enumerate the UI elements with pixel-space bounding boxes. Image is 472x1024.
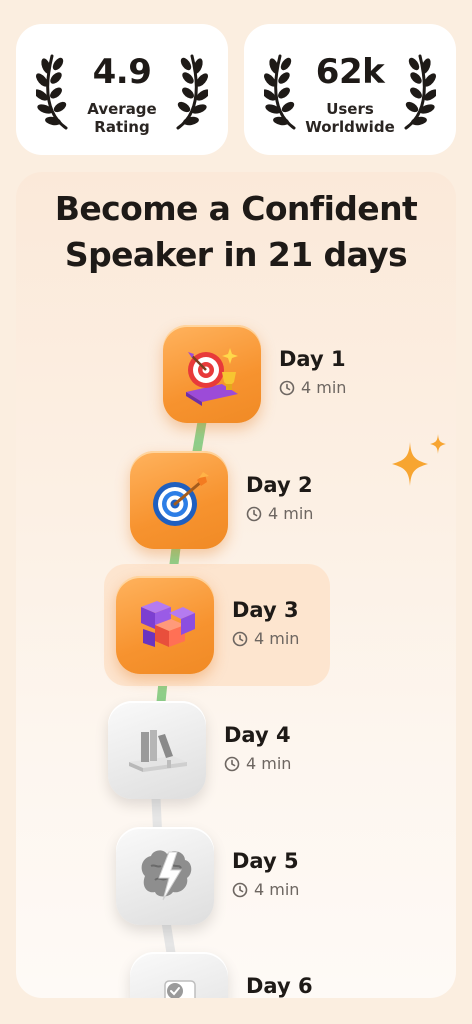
course-plan-card: Become a Confident Speaker in 21 days Da… [16,172,456,998]
rating-card: 4.9 Average Rating [16,24,228,155]
day-4-duration-text: 4 min [246,754,292,773]
laurel-right-icon [404,54,436,130]
brain-lightning-icon [141,850,192,901]
day-5-duration: 4 min [232,880,299,899]
rating-label-line1: Average [87,100,157,118]
clock-icon [246,506,262,521]
day-2-duration: 4 min [246,504,313,523]
day-1-title: Day 1 [279,347,346,371]
day-4-tile[interactable] [108,701,206,799]
laurel-right-icon [176,54,208,130]
users-label-line1: Users [326,100,374,118]
day-3-duration: 4 min [232,629,299,648]
clock-icon [224,756,240,771]
day-6-title: Day 6 [246,974,313,998]
day-5-tile[interactable] [116,827,214,925]
day-2-tile[interactable] [130,451,228,549]
sparkle-icon [392,434,446,486]
clock-icon [232,631,248,646]
day-2-duration-text: 4 min [268,504,314,523]
users-label: Users Worldwide [300,100,400,136]
users-label-line2: Worldwide [305,118,395,136]
day-6-tile[interactable] [130,952,228,998]
day-4-duration: 4 min [224,754,291,773]
day-5-duration-text: 4 min [254,880,300,899]
rating-label: Average Rating [72,100,172,136]
day-3-title: Day 3 [232,598,299,622]
checkbox-icon [164,980,196,998]
cubes-icon [141,601,195,647]
day-1-tile[interactable] [163,325,261,423]
clock-icon [232,882,248,897]
day-3-tile[interactable] [116,576,214,674]
rating-label-line2: Rating [94,118,150,136]
day-2-title: Day 2 [246,473,313,497]
day-5-title: Day 5 [232,849,299,873]
users-card: 62k Users Worldwide [244,24,456,155]
day-3-duration-text: 4 min [254,629,300,648]
day-4-title: Day 4 [224,723,291,747]
books-shelf-icon [129,730,187,772]
day-1-duration-text: 4 min [301,378,347,397]
clock-icon [279,380,295,395]
target-trophy-icon [186,348,238,406]
dartboard-icon [153,472,209,526]
day-1-duration: 4 min [279,378,346,397]
